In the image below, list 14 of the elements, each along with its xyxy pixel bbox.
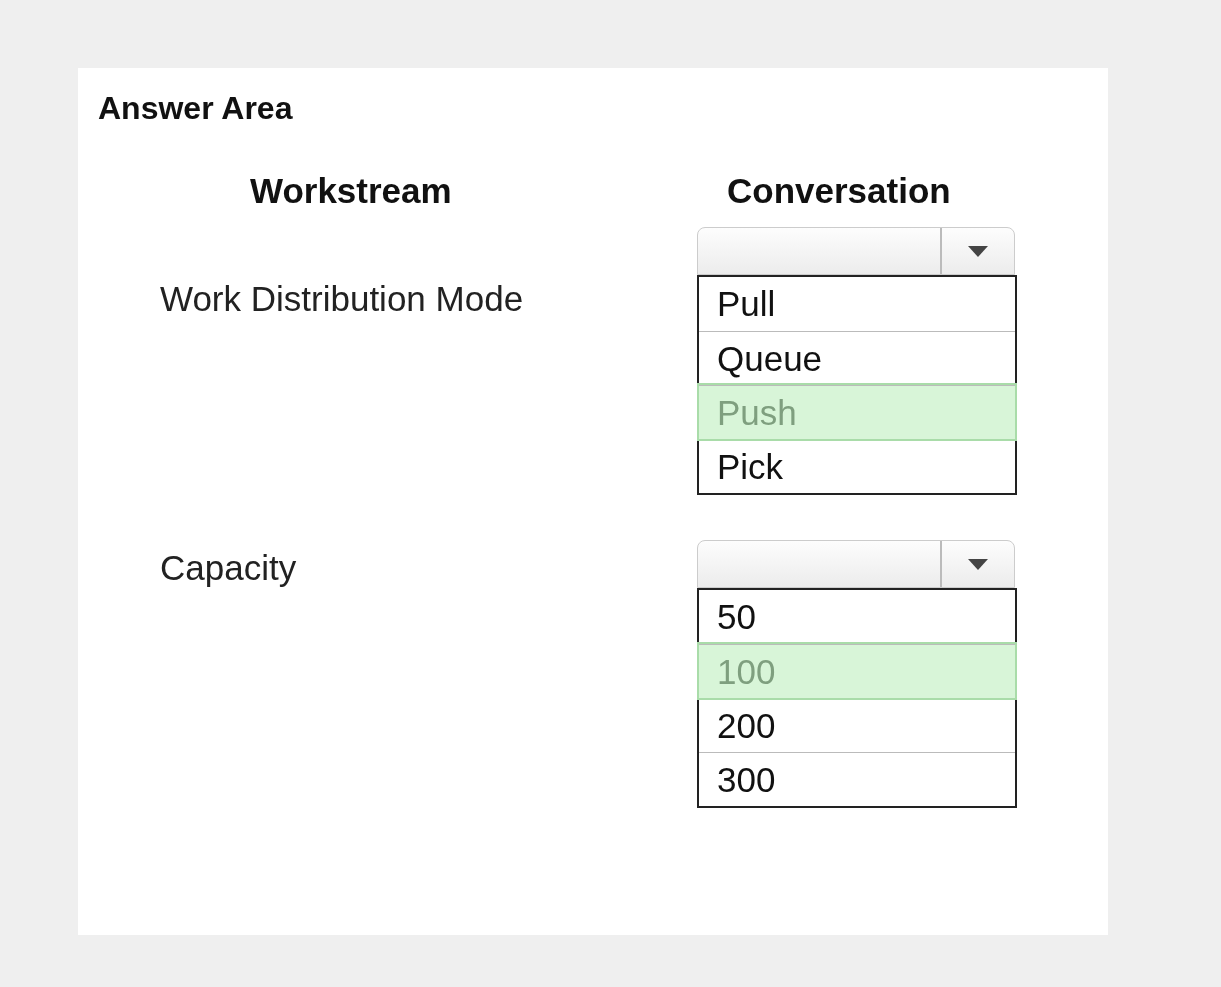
dropdown[interactable] [697,540,1015,588]
dropdown-option[interactable]: Pick [699,439,1015,493]
dropdown[interactable] [697,227,1015,275]
dropdown-option[interactable]: 50 [699,590,1015,644]
answer-area-title: Answer Area [98,90,294,127]
dropdown-option[interactable]: 300 [699,752,1015,806]
dropdown-option[interactable]: Pull [699,277,1015,331]
row-label: Capacity [160,547,298,589]
column-header: Workstream [249,171,453,211]
row-label: Work Distribution Mode [160,278,525,320]
caret-icon [966,557,990,571]
dropdown-option[interactable]: 200 [699,698,1015,752]
column-header: Conversation [726,171,952,211]
caret-icon [966,244,990,258]
